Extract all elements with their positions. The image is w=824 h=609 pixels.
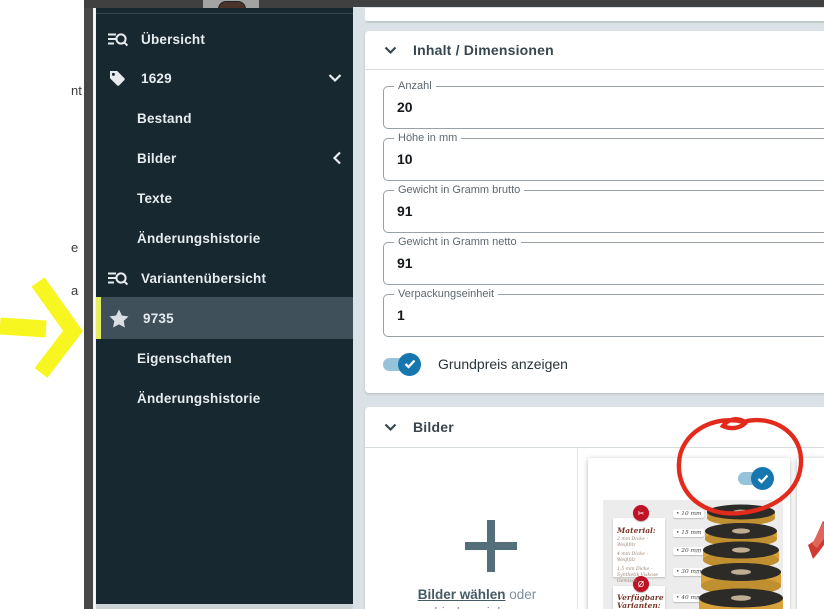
plus-icon bbox=[465, 520, 517, 572]
sidebar-item-label: Texte bbox=[137, 191, 172, 206]
toggle-thumb bbox=[398, 353, 421, 376]
chevron-left-icon[interactable] bbox=[332, 151, 342, 165]
section-header[interactable]: Bilder bbox=[365, 407, 824, 448]
clipped-text-fragment: nt bbox=[71, 83, 84, 98]
image-active-toggle[interactable] bbox=[738, 472, 770, 485]
choose-images-link[interactable]: Bilder wählen bbox=[418, 587, 506, 602]
toggle-label: Grundpreis anzeigen bbox=[438, 356, 568, 372]
field-label: Höhe in mm bbox=[394, 132, 461, 144]
sidebar-item-aenderungshistorie[interactable]: Änderungshistorie bbox=[96, 218, 353, 258]
sidebar-item-aenderungshistorie-2[interactable]: Änderungshistorie bbox=[96, 378, 353, 418]
sidebar-item-bilder[interactable]: Bilder bbox=[96, 138, 353, 178]
sidebar-item-label: Übersicht bbox=[141, 32, 205, 47]
sidebar-item-label: Änderungshistorie bbox=[137, 391, 260, 406]
material-lines: 2 mm Dicke – Weißfilz 4 mm Dicke – Weißf… bbox=[617, 537, 661, 588]
sidebar-item-label: 1629 bbox=[141, 71, 172, 86]
next-image-tile-sliver[interactable] bbox=[797, 458, 824, 609]
verpackungseinheit-field[interactable]: Verpackungseinheit 1 bbox=[383, 294, 824, 337]
sidebar-bottom-edge bbox=[96, 604, 353, 609]
chevron-down-icon[interactable] bbox=[384, 423, 397, 432]
yellow-arrow-annotation bbox=[0, 282, 73, 373]
section-bilder: Bilder Bilder wählen oder hierher ziehen… bbox=[365, 407, 824, 609]
sidebar-item-label: Eigenschaften bbox=[137, 351, 232, 366]
star-icon bbox=[108, 309, 130, 328]
or-text: oder bbox=[506, 587, 537, 602]
field-value: 91 bbox=[397, 255, 413, 271]
chevron-down-icon[interactable] bbox=[328, 73, 342, 83]
anzahl-field[interactable]: Anzahl 20 bbox=[383, 86, 824, 129]
person-head bbox=[218, 1, 246, 8]
sidebar-item-9735[interactable]: 9735 bbox=[96, 297, 353, 339]
sidebar-item-variantenuebersicht[interactable]: Variantenübersicht bbox=[96, 258, 353, 298]
section-title: Bilder bbox=[413, 419, 454, 435]
red-badge-icon: ✂ bbox=[633, 505, 649, 521]
clipped-text-fragment: a bbox=[71, 283, 84, 298]
material-title: Material: bbox=[617, 526, 656, 535]
screenshot-root: nt e a Übersicht 1629 Bestand bbox=[0, 0, 824, 609]
sidebar-item-bestand[interactable]: Bestand bbox=[96, 98, 353, 138]
sidebar-item-1629[interactable]: 1629 bbox=[96, 58, 353, 98]
drag-here-text: hierher ziehen bbox=[365, 605, 577, 609]
field-value: 1 bbox=[397, 307, 405, 323]
field-label: Anzahl bbox=[394, 80, 436, 92]
list-search-icon bbox=[106, 269, 128, 287]
image-upload-dropzone[interactable]: Bilder wählen oder hierher ziehen bbox=[365, 448, 578, 609]
gewicht-brutto-field[interactable]: Gewicht in Gramm brutto 91 bbox=[383, 190, 824, 233]
field-value: 91 bbox=[397, 203, 413, 219]
avatar-photo-fragment bbox=[203, 0, 259, 8]
sidebar-item-label: Bilder bbox=[137, 151, 176, 166]
sidebar-item-label: Variantenübersicht bbox=[141, 271, 266, 286]
field-label: Gewicht in Gramm netto bbox=[394, 236, 521, 248]
field-label: Gewicht in Gramm brutto bbox=[394, 184, 524, 196]
sidebar-item-uebersicht[interactable]: Übersicht bbox=[96, 19, 353, 59]
variant-sidebar: Übersicht 1629 Bestand Bilder Texte bbox=[96, 8, 353, 604]
section-title: Inhalt / Dimensionen bbox=[413, 42, 554, 58]
sidebar-item-texte[interactable]: Texte bbox=[96, 178, 353, 218]
previous-card-fragment bbox=[365, 8, 824, 23]
sidebar-item-label: Bestand bbox=[137, 111, 192, 126]
list-search-icon bbox=[106, 30, 128, 48]
grundpreis-toggle-row: Grundpreis anzeigen bbox=[383, 350, 568, 378]
sidebar-item-label: Änderungshistorie bbox=[137, 231, 260, 246]
tag-icon bbox=[106, 69, 128, 87]
product-image: ✂ Ø Material: 2 mm Dicke – Weißfilz 4 mm… bbox=[603, 500, 783, 609]
window-edge bbox=[84, 0, 93, 609]
section-header[interactable]: Inhalt / Dimensionen bbox=[365, 31, 824, 70]
section-inhalt-dimensionen: Inhalt / Dimensionen Anzahl 20 Höhe in m… bbox=[365, 31, 824, 393]
foam-rings-graphic bbox=[695, 500, 783, 609]
sidebar-item-label: 9735 bbox=[143, 311, 174, 326]
toggle-thumb bbox=[751, 467, 774, 490]
red-arrow-graphic-fragment bbox=[805, 521, 824, 565]
field-value: 10 bbox=[397, 151, 413, 167]
variants-title: Verfügbare Varianten: bbox=[617, 594, 661, 609]
field-value: 20 bbox=[397, 99, 413, 115]
product-image-tile[interactable]: ✂ Ø Material: 2 mm Dicke – Weißfilz 4 mm… bbox=[588, 458, 790, 609]
hoehe-field[interactable]: Höhe in mm 10 bbox=[383, 138, 824, 181]
chevron-down-icon[interactable] bbox=[384, 46, 397, 55]
sidebar-item-eigenschaften[interactable]: Eigenschaften bbox=[96, 338, 353, 378]
grundpreis-toggle[interactable] bbox=[383, 358, 417, 371]
gewicht-netto-field[interactable]: Gewicht in Gramm netto 91 bbox=[383, 242, 824, 285]
clipped-text-fragment: e bbox=[71, 240, 84, 255]
field-label: Verpackungseinheit bbox=[394, 288, 498, 300]
